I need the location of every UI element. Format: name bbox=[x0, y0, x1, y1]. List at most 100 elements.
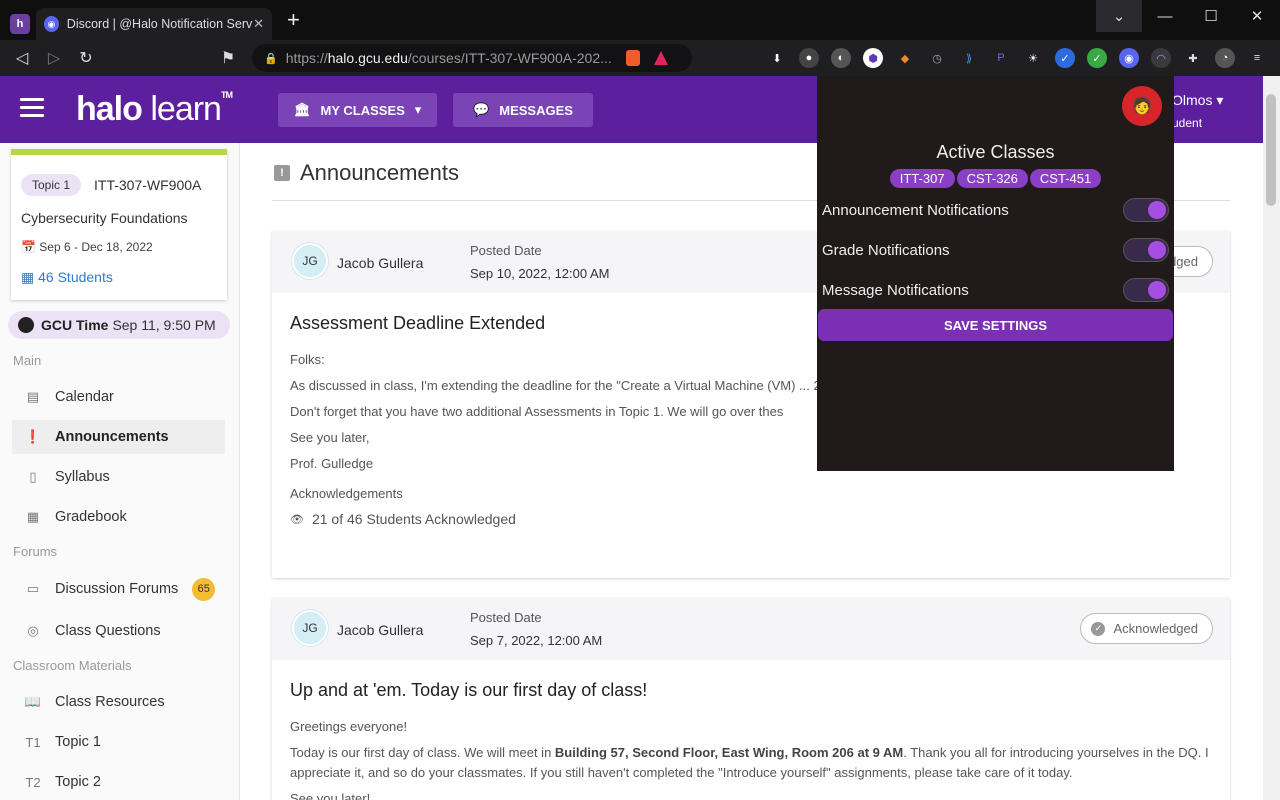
user-name[interactable]: Olmos ▾ bbox=[1172, 92, 1223, 109]
author-name: Jacob Gullera bbox=[337, 255, 424, 271]
save-settings-button[interactable]: SAVE SETTINGS bbox=[818, 309, 1173, 341]
message-toggle[interactable] bbox=[1123, 278, 1169, 302]
students-icon: ▦ bbox=[21, 269, 35, 285]
tab-title: Discord | @Halo Notification Service bbox=[66, 17, 254, 31]
notification-settings-popup: 🧑 Active Classes ITT-307 CST-326 CST-451… bbox=[817, 76, 1174, 471]
sidebar-item-topic-2[interactable]: T2 Topic 2 bbox=[12, 765, 225, 799]
gradebook-icon: ▦ bbox=[26, 509, 40, 524]
discord-icon[interactable]: ◉ bbox=[1119, 48, 1139, 68]
halo-extension-icon[interactable]: ◠ bbox=[1151, 48, 1171, 68]
acknowledgements-label: Acknowledgements bbox=[290, 486, 403, 501]
scroll-thumb[interactable] bbox=[1266, 94, 1276, 206]
calendar-icon: 📅 bbox=[21, 240, 36, 254]
section-classroom-materials: Classroom Materials bbox=[13, 658, 132, 673]
extension-icon[interactable]: ● bbox=[799, 48, 819, 68]
extension-icon[interactable]: ⟫ bbox=[959, 48, 979, 68]
posted-date-label: Posted Date bbox=[470, 243, 542, 258]
announcement-icon: ❗ bbox=[24, 429, 42, 444]
metamask-icon[interactable]: ◆ bbox=[895, 48, 915, 68]
browser-profile-icon[interactable]: h bbox=[10, 14, 30, 34]
posted-date-label: Posted Date bbox=[470, 610, 542, 625]
sidebar-item-discussion-forums[interactable]: ▭ Discussion Forums 65 bbox=[12, 572, 225, 606]
sidebar-item-announcements[interactable]: ❗ Announcements bbox=[12, 420, 225, 454]
book-icon: 📖 bbox=[24, 694, 42, 709]
check-icon: ✓ bbox=[1091, 621, 1106, 636]
bookmark-icon[interactable]: ⚑ bbox=[216, 46, 240, 70]
institution-icon: 🏛 bbox=[294, 102, 311, 117]
sidebar-item-calendar[interactable]: ▤ Calendar bbox=[12, 380, 225, 414]
extension-icon[interactable]: ✓ bbox=[1055, 48, 1075, 68]
reload-icon[interactable]: ↻ bbox=[74, 46, 98, 70]
topic-prefix: T2 bbox=[25, 774, 41, 790]
course-card[interactable]: Topic 1 ITT-307-WF900A Cybersecurity Fou… bbox=[11, 149, 227, 300]
extensions-puzzle-icon[interactable]: ✚ bbox=[1183, 48, 1203, 68]
post-paragraph: Today is our first day of class. We will… bbox=[290, 745, 1209, 780]
avatar[interactable]: 🧑 bbox=[1122, 86, 1162, 126]
browser-tab[interactable]: ◉ Discord | @Halo Notification Service ✕ bbox=[36, 8, 272, 40]
sidebar-item-class-resources[interactable]: 📖 Class Resources bbox=[12, 685, 225, 719]
maximize-button[interactable]: ☐ bbox=[1188, 0, 1234, 32]
sidebar-item-syllabus[interactable]: ▯ Syllabus bbox=[12, 460, 225, 494]
announcement-card: JG Jacob Gullera Posted Date Sep 7, 2022… bbox=[272, 598, 1230, 800]
forum-icon: ▭ bbox=[26, 581, 40, 596]
extension-icon[interactable]: P bbox=[991, 48, 1011, 68]
question-icon: ◎ bbox=[27, 623, 39, 638]
posted-date: Sep 10, 2022, 12:00 AM bbox=[470, 266, 610, 281]
students-link[interactable]: ▦ 46 Students bbox=[21, 269, 113, 286]
class-chip[interactable]: ITT-307 bbox=[889, 169, 955, 188]
card-header: JG Jacob Gullera Posted Date Sep 7, 2022… bbox=[272, 598, 1230, 660]
gcu-time: GCU Time Sep 11, 9:50 PM bbox=[8, 311, 230, 339]
menu-icon[interactable]: ≡ bbox=[1247, 48, 1267, 68]
extension-icon[interactable]: ⬢ bbox=[863, 48, 883, 68]
class-chip[interactable]: CST-326 bbox=[956, 169, 1028, 188]
extension-icon[interactable]: ◐ bbox=[831, 48, 851, 68]
download-icon[interactable]: ⬇ bbox=[767, 48, 787, 68]
card-body: Up and at 'em. Today is our first day of… bbox=[272, 660, 1230, 800]
announcement-icon: ! bbox=[274, 165, 290, 181]
tab-search-icon[interactable]: ⌄ bbox=[1096, 0, 1142, 32]
weather-icon[interactable]: ☀ bbox=[1023, 48, 1043, 68]
active-class-chips: ITT-307 CST-326 CST-451 bbox=[817, 169, 1174, 188]
eye-icon: 👁 bbox=[290, 513, 304, 526]
calendar-icon: ▤ bbox=[26, 389, 40, 404]
halo-learn-logo[interactable]: halo learnTM bbox=[76, 90, 233, 129]
brave-rewards-icon[interactable] bbox=[653, 51, 668, 65]
avatar: JG bbox=[292, 610, 328, 646]
brave-shield-icon[interactable] bbox=[625, 50, 640, 66]
address-bar[interactable]: 🔒 https://halo.gcu.edu/courses/ITT-307-W… bbox=[252, 44, 692, 72]
tab-close-icon[interactable]: ✕ bbox=[253, 16, 264, 32]
clock-icon[interactable]: ◷ bbox=[927, 48, 947, 68]
extension-icon[interactable]: ✓ bbox=[1087, 48, 1107, 68]
acknowledgement-count[interactable]: 👁 21 of 46 Students Acknowledged bbox=[290, 511, 1212, 527]
my-classes-button[interactable]: 🏛 MY CLASSES ▾ bbox=[278, 93, 438, 127]
new-tab-button[interactable]: + bbox=[287, 9, 300, 31]
close-window-button[interactable]: ✕ bbox=[1234, 0, 1280, 32]
back-icon[interactable]: ◁ bbox=[10, 46, 34, 70]
setting-grade-notifications: Grade Notifications bbox=[822, 237, 1169, 263]
sidebar-item-class-questions[interactable]: ◎ Class Questions bbox=[12, 614, 225, 648]
popup-title: Active Classes bbox=[936, 142, 1055, 162]
topic-prefix: T1 bbox=[25, 734, 41, 750]
class-chip[interactable]: CST-451 bbox=[1029, 169, 1102, 188]
browser-tab-bar: h ◉ Discord | @Halo Notification Service… bbox=[0, 0, 1280, 40]
course-code: ITT-307-WF900A bbox=[94, 177, 202, 193]
acknowledged-chip[interactable]: ✓Acknowledged bbox=[1080, 613, 1213, 644]
forward-icon[interactable]: ▷ bbox=[42, 46, 66, 70]
hamburger-menu-icon[interactable] bbox=[20, 98, 44, 118]
scrollbar[interactable] bbox=[1263, 76, 1280, 800]
topic-pill: Topic 1 bbox=[21, 174, 82, 196]
grade-toggle[interactable] bbox=[1123, 238, 1169, 262]
sidebar-item-topic-1[interactable]: T1 Topic 1 bbox=[12, 725, 225, 759]
minimize-button[interactable]: — bbox=[1142, 0, 1188, 32]
caret-down-icon: ▾ bbox=[414, 102, 422, 117]
profile-icon[interactable]: ◔ bbox=[1215, 48, 1235, 68]
announcement-toggle[interactable] bbox=[1123, 198, 1169, 222]
sidebar-item-gradebook[interactable]: ▦ Gradebook bbox=[12, 500, 225, 534]
messages-button[interactable]: 💬 MESSAGES bbox=[453, 93, 593, 127]
sidebar: Topic 1 ITT-307-WF900A Cybersecurity Fou… bbox=[0, 143, 240, 800]
user-role: udent bbox=[1172, 116, 1203, 130]
setting-announcement-notifications: Announcement Notifications bbox=[822, 197, 1169, 223]
post-title: Up and at 'em. Today is our first day of… bbox=[290, 680, 648, 700]
chat-icon: 💬 bbox=[473, 102, 490, 117]
avatar: JG bbox=[292, 243, 328, 279]
